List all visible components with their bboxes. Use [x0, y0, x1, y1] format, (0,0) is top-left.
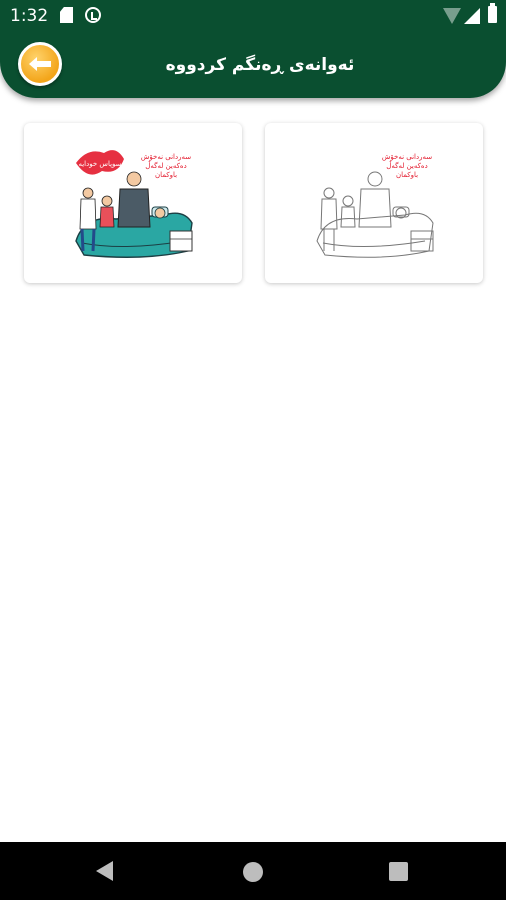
overlay-text: سوپاس خودایە — [78, 160, 121, 168]
caption-line: باوکمان — [154, 171, 178, 179]
nav-recents-icon[interactable] — [389, 862, 408, 881]
caption-line: سەردانی نەخۆش — [140, 153, 192, 161]
colored-drawing-image: سوپاس خودایە — [75, 150, 193, 258]
caption-line: دەکەین لەگەڵ — [386, 162, 428, 170]
drawing-caption: سەردانی نەخۆش دەکەین لەگەڵ باوکمان — [377, 153, 437, 180]
nav-back-icon[interactable] — [96, 861, 113, 881]
gallery-item-colored[interactable]: سوپاس خودایە سەردانی نەخۆش دەکەین لەگەڵ … — [24, 123, 242, 283]
status-time: 1:32 — [10, 6, 49, 26]
navigation-bar — [0, 842, 506, 900]
battery-icon — [488, 3, 497, 23]
caption-line: باوکمان — [395, 171, 419, 179]
sd-card-icon — [60, 7, 73, 23]
caption-line: سەردانی نەخۆش — [381, 153, 433, 161]
sync-icon — [85, 7, 101, 23]
page-title: ئەوانەی ڕەنگم کردووە — [165, 55, 355, 75]
status-bar: 1:32 — [0, 0, 506, 32]
outline-drawing-image — [316, 171, 434, 258]
app-bar: ئەوانەی ڕەنگم کردووە — [0, 32, 506, 98]
back-button[interactable] — [18, 42, 62, 86]
gallery-item-outline[interactable]: سەردانی نەخۆش دەکەین لەگەڵ باوکمان — [265, 123, 483, 283]
caption-line: دەکەین لەگەڵ — [145, 162, 187, 170]
nav-home-icon[interactable] — [243, 862, 263, 882]
signal-icon — [464, 8, 480, 24]
wifi-icon — [443, 8, 461, 24]
arrow-left-icon — [29, 57, 51, 71]
drawing-caption: سەردانی نەخۆش دەکەین لەگەڵ باوکمان — [136, 153, 196, 180]
